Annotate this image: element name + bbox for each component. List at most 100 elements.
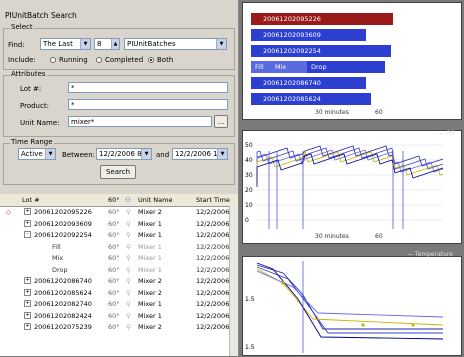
gantt-bar[interactable]: 20061202093609 — [251, 29, 366, 41]
row-unit-name: Mixer 1 — [138, 231, 162, 239]
search-button[interactable]: Search — [100, 165, 136, 179]
gantt-axis-label-30: 30 minutes — [315, 109, 349, 116]
table-row[interactable]: +20061202085624 60° ⚲ Mixer 2 12/2/2006 8 — [0, 288, 236, 299]
grid-scrollbar[interactable] — [229, 206, 238, 356]
search-panel: PIUnitBatch Search Select Find: The Last… — [0, 0, 239, 356]
gantt-bar[interactable]: 20061202092254 — [251, 45, 391, 57]
grid-header: Lot # 60° ⚇ Unit Name Start Time — [0, 194, 238, 207]
find-type-dropdown[interactable]: PIUnitBatches ▼ — [124, 38, 227, 50]
row-status-icon: 60° — [108, 265, 120, 274]
table-row[interactable]: -20061202092254 60° ⚲ Mixer 1 12/2/2006 9 — [0, 230, 236, 241]
chevron-down-icon[interactable]: ▼ — [216, 39, 226, 49]
chevron-down-icon[interactable]: ▼ — [45, 149, 55, 159]
column-link-icon[interactable]: ⚇ — [125, 196, 131, 204]
expand-toggle-icon[interactable]: + — [24, 288, 31, 296]
row-unit-name: Mixer 1 — [138, 219, 162, 228]
trend2-series-line — [256, 264, 443, 330]
spin-arrows-icon[interactable]: ▲ — [111, 39, 119, 49]
radio-completed-label: Completed — [105, 56, 144, 64]
include-label: Include: — [8, 56, 36, 64]
table-row[interactable]: +20061202082740 60° ⚲ Mixer 1 12/2/2006 8 — [0, 299, 236, 310]
attributes-group-label: Attributes — [10, 70, 47, 78]
time-mode-dropdown[interactable]: Active ▼ — [18, 148, 56, 160]
row-link-icon[interactable]: ⚲ — [126, 220, 131, 228]
row-status-icon: 60° — [108, 323, 120, 331]
trend1-legend-label: RP — [446, 130, 455, 137]
gantt-bar[interactable]: 20061202085624 — [251, 93, 371, 105]
expand-toggle-icon[interactable]: + — [24, 300, 31, 307]
trend1-xlabel-30: 30 minutes — [315, 233, 349, 240]
row-link-icon[interactable]: ⚲ — [126, 300, 131, 308]
browse-button[interactable]: ... — [214, 115, 228, 128]
gantt-bar[interactable]: Fill — [251, 61, 271, 73]
expand-toggle-icon[interactable]: - — [24, 231, 31, 238]
table-row-phase[interactable]: Mix 60° ⚲ Mixer 1 12/2/2006 9 — [0, 253, 236, 264]
row-link-icon[interactable]: ⚲ — [126, 312, 131, 320]
expand-toggle-icon[interactable]: + — [24, 323, 31, 330]
row-status-icon: 60° — [108, 300, 120, 308]
column-start-time[interactable]: Start Time — [196, 196, 230, 204]
find-count-stepper[interactable]: 8 ▲ — [94, 38, 120, 50]
chevron-down-icon[interactable]: ▼ — [141, 149, 151, 159]
table-row[interactable]: +20061202075239 60° ⚲ Mixer 2 12/2/2006 8 — [0, 322, 236, 333]
gantt-bar[interactable]: 20061202086740 — [251, 77, 366, 89]
find-mode-dropdown[interactable]: The Last ▼ — [40, 38, 91, 50]
row-link-icon[interactable]: ⚲ — [126, 208, 131, 216]
row-link-icon[interactable]: ⚲ — [126, 289, 131, 297]
find-type-value: PIUnitBatches — [127, 40, 176, 48]
table-row[interactable]: ◇ +20061202095226 60° ⚲ Mixer 2 12/2/2006 9 — [0, 207, 236, 218]
gantt-bar[interactable]: 20061202095226 — [251, 13, 393, 25]
chevron-down-icon[interactable]: ▼ — [80, 39, 90, 49]
row-link-icon[interactable]: ⚲ — [126, 277, 131, 285]
time-mode-value: Active — [21, 150, 43, 158]
column-lot[interactable]: Lot # — [22, 196, 40, 204]
trend1-ytick: 30 — [245, 172, 253, 179]
expand-toggle-icon[interactable]: + — [24, 311, 31, 319]
column-unit-name[interactable]: Unit Name — [138, 196, 172, 204]
table-row-phase[interactable]: Drop 60° ⚲ Mixer 1 12/2/2006 9 — [0, 265, 236, 276]
radio-completed[interactable] — [96, 57, 102, 63]
product-input[interactable]: * — [68, 99, 228, 110]
row-lot: Mix — [52, 254, 64, 262]
row-lot: 20061202075239 — [34, 323, 92, 331]
end-time-picker[interactable]: 12/2/2006 10 ▼ — [172, 148, 228, 160]
expand-toggle-icon[interactable]: + — [24, 219, 31, 227]
table-row[interactable]: +20061202082424 60° ⚲ Mixer 1 12/2/2006 8 — [0, 311, 236, 322]
trend1-series-line — [256, 149, 444, 179]
expand-toggle-icon[interactable]: + — [24, 277, 31, 284]
lot-input[interactable]: * — [68, 82, 228, 93]
row-link-icon[interactable]: ⚲ — [126, 323, 131, 331]
column-status-icon[interactable]: 60° — [108, 196, 120, 204]
row-link-icon[interactable]: ⚲ — [126, 266, 131, 274]
trend2-marker — [411, 323, 415, 327]
radio-running[interactable] — [50, 57, 56, 63]
trend-plot-1: 50 40 30 20 10 0 30 minutes 60 — [242, 130, 462, 244]
unit-name-input[interactable]: mixer* — [68, 116, 212, 127]
gantt-bar[interactable]: Drop — [307, 61, 385, 73]
row-status-icon: 60° — [108, 277, 120, 285]
find-label: Find: — [8, 41, 25, 49]
start-time-picker[interactable]: 12/2/2006 8a ▼ — [96, 148, 152, 160]
row-lot: 20061202086740 — [34, 277, 92, 285]
results-grid: Lot # 60° ⚇ Unit Name Start Time ◇ +20061… — [0, 194, 238, 356]
table-row-phase[interactable]: Fill 60° ⚲ Mixer 1 12/2/2006 9 — [0, 242, 236, 253]
row-link-icon[interactable]: ⚲ — [126, 243, 131, 251]
unit-name-label: Unit Name: — [20, 119, 60, 127]
row-status-icon: 60° — [108, 311, 120, 320]
radio-both[interactable] — [148, 57, 154, 63]
chevron-down-icon[interactable]: ▼ — [217, 149, 227, 159]
row-link-icon[interactable]: ⚲ — [126, 231, 131, 239]
gantt-bar[interactable]: Mix — [271, 61, 307, 73]
row-unit-name: Mixer 2 — [138, 277, 162, 285]
row-unit-name: Mixer 2 — [138, 208, 162, 216]
trend2-marker — [281, 281, 285, 285]
table-row[interactable]: +20061202093609 60° ⚲ Mixer 1 12/2/2006 9 — [0, 219, 236, 230]
table-row[interactable]: +20061202086740 60° ⚲ Mixer 2 12/2/2006 9 — [0, 276, 236, 287]
row-link-icon[interactable]: ⚲ — [126, 254, 131, 262]
trend2-series-line — [256, 262, 444, 340]
expand-toggle-icon[interactable]: + — [24, 208, 31, 215]
trend1-ytick: 10 — [245, 202, 253, 209]
row-status-icon: 60° — [108, 242, 120, 251]
trend1-xlabel-60: 60 — [375, 233, 383, 240]
trend1-ytick: 20 — [245, 187, 253, 194]
